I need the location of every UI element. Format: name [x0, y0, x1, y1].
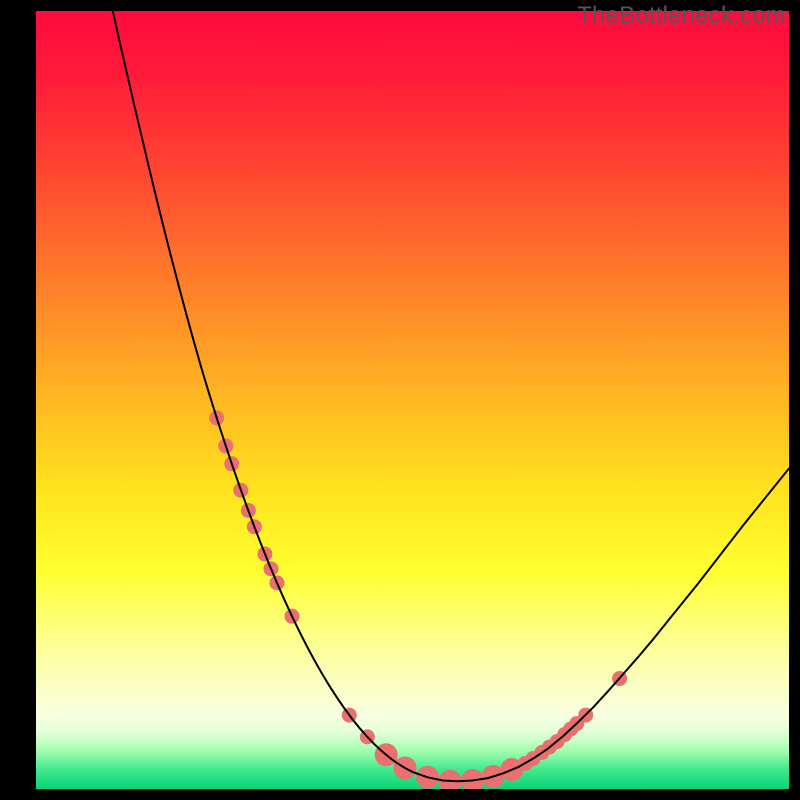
chart-svg [36, 11, 789, 789]
chart-frame: TheBottleneck.com [0, 0, 800, 800]
gradient-background [36, 11, 789, 789]
watermark-text: TheBottleneck.com [577, 2, 786, 30]
plot-area [36, 11, 789, 789]
